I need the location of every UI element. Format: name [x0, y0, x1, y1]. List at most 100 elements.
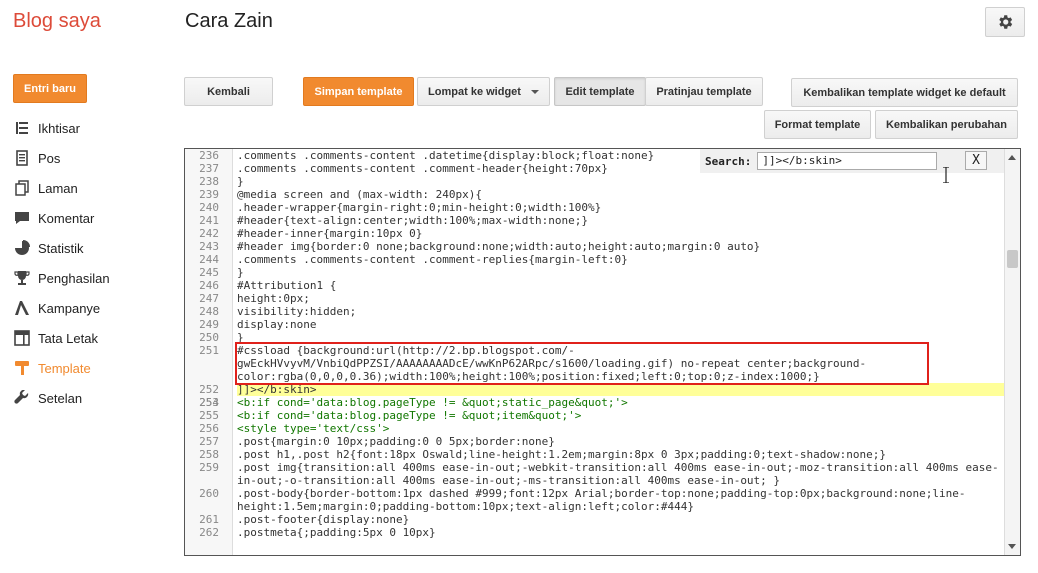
brand-title[interactable]: Blog saya: [13, 10, 101, 33]
layout-icon: [13, 329, 31, 347]
sidebar-item-campaigns[interactable]: Kampanye: [13, 293, 110, 323]
sidebar-item-overview[interactable]: Ikhtisar: [13, 113, 110, 143]
code-line[interactable]: 246 #Attribution1 {: [185, 279, 1005, 292]
code-line[interactable]: 261 .post-footer{display:none}: [185, 513, 1005, 526]
sidebar-item-label: Pos: [38, 150, 61, 166]
scroll-up-icon[interactable]: [1008, 155, 1016, 160]
sidebar-item-label: Ikhtisar: [38, 120, 80, 136]
code-line[interactable]: 257 .post{margin:0 10px;padding:0 0 5px;b…: [185, 435, 1005, 448]
code-line[interactable]: 243 #header img{border:0 none;background:…: [185, 240, 1005, 253]
line-text: .post-body{border-bottom:1px dashed #999…: [237, 487, 966, 513]
sidebar-item-earnings[interactable]: Penghasilan: [13, 263, 110, 293]
sidebar-item-template[interactable]: Template: [13, 353, 110, 383]
line-text: .postmeta{;padding:5px 0 10px}: [237, 526, 436, 539]
new-post-button[interactable]: Entri baru: [13, 74, 87, 103]
sidebar-item-label: Komentar: [38, 210, 95, 226]
line-number: 237: [199, 162, 219, 175]
line-number: 239: [199, 188, 219, 201]
line-number: 252: [199, 383, 219, 396]
format-template-button[interactable]: Format template: [764, 110, 871, 139]
sidebar-item-stats[interactable]: Statistik: [13, 233, 110, 263]
line-text: visibility:hidden;: [237, 305, 357, 318]
sidebar-item-posts[interactable]: Pos: [13, 143, 110, 173]
code-line[interactable]: 258 .post h1,.post h2{font:18px Oswald;li…: [185, 448, 1005, 461]
code-line[interactable]: 259 .post img{transition:all 400ms ease-i…: [185, 461, 1005, 487]
line-number: 244: [199, 253, 219, 266]
sidebar-item-label: Setelan: [38, 390, 83, 406]
line-text: #header{text-align:center;width:100%;max…: [237, 214, 588, 227]
sidebar-item-settings[interactable]: Setelan: [13, 383, 110, 413]
line-text: .comments .comments-content .comment-rep…: [237, 253, 628, 266]
search-close-button[interactable]: X: [965, 151, 987, 170]
line-number: 249: [199, 318, 219, 331]
line-number: 260: [199, 487, 219, 500]
line-text: .header-wrapper{margin-right:0;min-heigh…: [237, 201, 602, 214]
code-line[interactable]: 244 .comments .comments-content .comment-…: [185, 253, 1005, 266]
code-line[interactable]: 247 height:0px;: [185, 292, 1005, 305]
line-text: }: [237, 266, 244, 279]
edit-template-button[interactable]: Edit template: [554, 77, 646, 106]
code-line[interactable]: 260 .post-body{border-bottom:1px dashed #…: [185, 487, 1005, 513]
pie-chart-icon: [13, 239, 31, 257]
code-line[interactable]: 249 display:none: [185, 318, 1005, 331]
line-number: 257: [199, 435, 219, 448]
chevron-down-icon: [530, 89, 539, 94]
line-number: 238: [199, 175, 219, 188]
code-editor[interactable]: 236 .comments .comments-content .datetime…: [184, 148, 1021, 556]
line-number: 254: [199, 396, 219, 409]
line-text: height:0px;: [237, 292, 310, 305]
line-text: .post-footer{display:none}: [237, 513, 410, 526]
preview-template-button[interactable]: Pratinjau template: [645, 77, 763, 106]
editor-scrollbar[interactable]: [1004, 149, 1020, 555]
highlight-box: [235, 342, 929, 385]
line-number: 236: [199, 149, 219, 162]
trophy-icon: [13, 269, 31, 287]
settings-button[interactable]: [985, 7, 1025, 37]
code-line[interactable]: 262 .postmeta{;padding:5px 0 10px}: [185, 526, 1005, 539]
line-number: 246: [199, 279, 219, 292]
code-line[interactable]: 242 #header-inner{margin:10px 0}: [185, 227, 1005, 240]
pages-icon: [13, 179, 31, 197]
reset-widget-templates-button[interactable]: Kembalikan template widget ke default: [791, 78, 1018, 107]
line-text: <b:if cond='data:blog.pageType != &quot;…: [237, 409, 582, 422]
jump-to-widget-dropdown[interactable]: Lompat ke widget: [417, 77, 550, 106]
search-input[interactable]: ]]></b:skin>: [757, 152, 938, 170]
gear-icon: [999, 15, 1013, 29]
code-line[interactable]: 240 .header-wrapper{margin-right:0;min-he…: [185, 201, 1005, 214]
line-text: .post img{transition:all 400ms ease-in-o…: [237, 461, 999, 487]
line-number: 250: [199, 331, 219, 344]
line-number: 251: [199, 344, 219, 357]
code-line[interactable]: 245}: [185, 266, 1005, 279]
code-line[interactable]: 256 <style type='text/css'>: [185, 422, 1005, 435]
scrollbar-thumb[interactable]: [1007, 250, 1018, 268]
line-text: .post{margin:0 10px;padding:0 0 5px;bord…: [237, 435, 555, 448]
line-number: 261: [199, 513, 219, 526]
list-icon: [13, 119, 31, 137]
sidebar-item-layout[interactable]: Tata Letak: [13, 323, 110, 353]
code-line[interactable]: 254 <b:if cond='data:blog.pageType != &qu…: [185, 396, 1005, 409]
line-number: 258: [199, 448, 219, 461]
sidebar-item-comments[interactable]: Komentar: [13, 203, 110, 233]
sidebar-item-label: Tata Letak: [38, 330, 98, 346]
wrench-icon: [13, 389, 31, 407]
code-line[interactable]: 255 <b:if cond='data:blog.pageType != &qu…: [185, 409, 1005, 422]
line-number: 245: [199, 266, 219, 279]
line-number: 259: [199, 461, 219, 474]
code-line[interactable]: 241 #header{text-align:center;width:100%;…: [185, 214, 1005, 227]
code-line[interactable]: 248 visibility:hidden;: [185, 305, 1005, 318]
sidebar-nav: Ikhtisar Pos Laman Komentar Statistik Pe…: [13, 113, 110, 413]
line-text: #header img{border:0 none;background:non…: [237, 240, 761, 253]
code-line[interactable]: 239 @media screen and (max-width: 240px){: [185, 188, 1005, 201]
save-template-button[interactable]: Simpan template: [303, 77, 414, 106]
jump-to-widget-label: Lompat ke widget: [428, 85, 521, 98]
sidebar-item-pages[interactable]: Laman: [13, 173, 110, 203]
line-number: 241: [199, 214, 219, 227]
line-text: <style type='text/css'>: [237, 422, 390, 435]
scroll-down-icon[interactable]: [1008, 544, 1016, 549]
line-number: 247: [199, 292, 219, 305]
line-number: 243: [199, 240, 219, 253]
back-button[interactable]: Kembali: [184, 77, 273, 106]
revert-changes-button[interactable]: Kembalikan perubahan: [875, 110, 1018, 139]
campaign-icon: [13, 299, 31, 317]
code-line[interactable]: 238}: [185, 175, 1005, 188]
